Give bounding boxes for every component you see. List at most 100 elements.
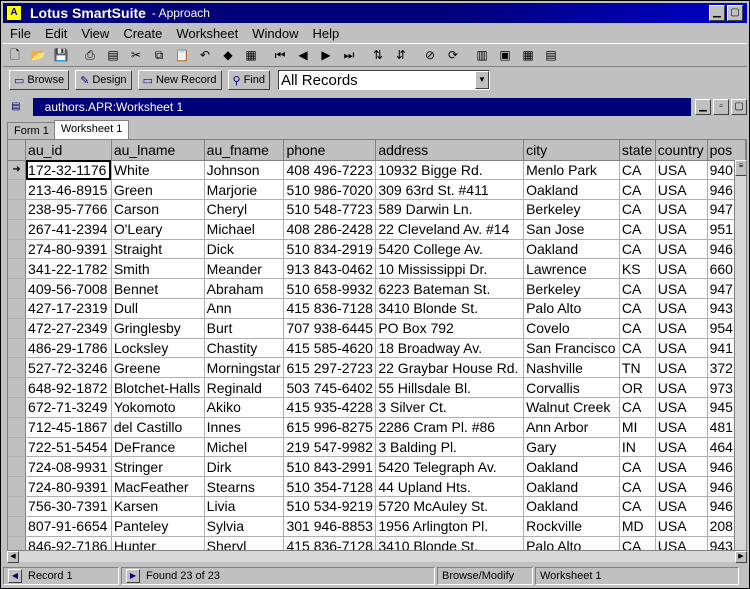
new-record-button[interactable]: ▭ New Record (137, 70, 222, 90)
cell-au-fname[interactable]: Reginald (204, 377, 285, 399)
cell-state[interactable]: CA (619, 338, 656, 359)
cell-address[interactable]: 6223 Bateman St. (375, 278, 525, 300)
cell-country[interactable]: USA (655, 298, 708, 319)
cell-city[interactable]: Oakland (523, 239, 620, 260)
row-selector[interactable] (8, 179, 27, 201)
cell-au-fname[interactable]: Dirk (204, 456, 285, 478)
cell-phone[interactable]: 510 534-9219 (283, 496, 377, 517)
cell-au-lname[interactable]: O'Leary (111, 219, 205, 240)
cell-state[interactable]: CA (619, 179, 656, 201)
cell-au-fname[interactable]: Stearns (204, 476, 285, 498)
table-row[interactable]: 341-22-1782 Smith Meander 913 843-0462 10 Mi… (8, 258, 746, 280)
cell-au-lname[interactable]: White (111, 160, 205, 181)
menu-edit[interactable]: Edit (38, 26, 74, 41)
cell-au-lname[interactable]: Gringlesby (111, 318, 205, 339)
new-icon[interactable]: 🗋 (4, 45, 26, 65)
doc-maximize-button[interactable]: ▢ (731, 99, 747, 115)
cell-country[interactable]: USA (655, 456, 708, 478)
cell-phone[interactable]: 415 585-4620 (283, 338, 377, 359)
table-row[interactable]: 756-30-7391 Karsen Livia 510 534-9219 5720 M… (8, 496, 746, 517)
table-row[interactable]: 648-92-1872 Blotchet-Halls Reginald 503 745… (8, 377, 746, 399)
table-row[interactable]: 238-95-7766 Carson Cheryl 510 548-7723 589 D… (8, 199, 746, 220)
cell-phone[interactable]: 510 354-7128 (283, 476, 377, 498)
cell-phone[interactable]: 503 745-6402 (283, 377, 377, 399)
cell-au-lname[interactable]: Stringer (111, 456, 205, 478)
cell-country[interactable]: USA (655, 437, 708, 458)
cell-phone[interactable]: 707 938-6445 (283, 318, 377, 339)
cell-address[interactable]: 5420 Telegraph Av. (375, 456, 525, 478)
column-header-city[interactable]: city (523, 140, 620, 161)
refresh-icon[interactable]: ⟳ (442, 45, 464, 65)
menu-help[interactable]: Help (306, 26, 347, 41)
cell-au-lname[interactable]: Blotchet-Halls (111, 377, 205, 399)
cell-state[interactable]: CA (619, 476, 656, 498)
scroll-left-button[interactable]: ◀ (7, 550, 19, 563)
cell-au-fname[interactable]: Ann (204, 298, 285, 319)
cell-country[interactable]: USA (655, 338, 708, 359)
row-selector[interactable] (8, 437, 27, 458)
cell-au-fname[interactable]: Morningstar (204, 357, 285, 379)
row-selector[interactable] (8, 239, 27, 260)
approach-app-icon[interactable]: A (6, 5, 22, 21)
cell-city[interactable]: San Jose (523, 219, 620, 240)
tab-form-1[interactable]: Form 1 (7, 122, 56, 139)
cell-address[interactable]: 3 Balding Pl. (375, 437, 525, 458)
row-selector[interactable] (8, 417, 27, 438)
scroll-thumb[interactable]: ≡ (735, 160, 746, 176)
design-button[interactable]: ✎ Design (75, 70, 132, 90)
cell-city[interactable]: Covelo (523, 318, 620, 339)
cell-au-lname[interactable]: Greene (111, 357, 205, 379)
cell-state[interactable]: CA (619, 397, 656, 418)
horizontal-scrollbar[interactable]: ◀ ▶ (7, 550, 747, 563)
row-selector[interactable] (8, 338, 27, 359)
row-selector[interactable] (8, 318, 27, 339)
save-icon[interactable]: 💾 (50, 45, 72, 65)
cell-address[interactable]: 5720 McAuley St. (375, 496, 525, 517)
status-mode-cell[interactable]: Browse/Modify (437, 567, 533, 585)
cell-phone[interactable]: 510 986-7020 (283, 179, 377, 201)
tab-worksheet-1[interactable]: Worksheet 1 (53, 120, 130, 139)
cell-city[interactable]: Lawrence (523, 258, 620, 280)
cell-au-id[interactable]: 724-08-9931 (25, 456, 112, 478)
cell-country[interactable]: USA (655, 219, 708, 240)
row-selector[interactable] (8, 219, 27, 240)
found-nav-icon[interactable]: ▶ (126, 569, 140, 583)
cell-au-fname[interactable]: Marjorie (204, 179, 285, 201)
scroll-right-button[interactable]: ▶ (735, 550, 747, 563)
status-view-cell[interactable]: Worksheet 1 (535, 567, 739, 585)
row-selector[interactable] (8, 199, 27, 220)
table-row[interactable]: 722-51-5454 DeFrance Michel 219 547-9982 3 B… (8, 437, 746, 458)
last-record-icon[interactable]: ⏭ (338, 45, 360, 65)
cell-country[interactable]: USA (655, 258, 708, 280)
row-selector[interactable] (8, 476, 27, 498)
row-selector[interactable] (8, 516, 27, 537)
cell-au-fname[interactable]: Innes (204, 417, 285, 438)
cell-country[interactable]: USA (655, 496, 708, 517)
table-row[interactable]: 427-17-2319 Dull Ann 415 836-7128 3410 Blond… (8, 298, 746, 319)
cell-address[interactable]: 589 Darwin Ln. (375, 199, 525, 220)
cell-au-id[interactable]: 486-29-1786 (25, 338, 112, 359)
status-record-cell[interactable]: ◀ Record 1 (3, 567, 119, 585)
cell-state[interactable]: IN (619, 437, 656, 458)
cell-state[interactable]: TN (619, 357, 656, 379)
cell-au-lname[interactable]: Smith (111, 258, 205, 280)
record-nav-icon[interactable]: ◀ (8, 569, 22, 583)
cell-address[interactable]: 10 Mississippi Dr. (375, 258, 525, 280)
column-header-pos[interactable]: pos (707, 140, 746, 161)
cell-address[interactable]: 3410 Blonde St. (375, 298, 525, 319)
browse-button[interactable]: ▭ Browse (9, 70, 70, 90)
cell-au-id[interactable]: 274-80-9391 (25, 239, 112, 260)
cell-au-id[interactable]: 213-46-8915 (25, 179, 112, 201)
column-header-au-fname[interactable]: au_fname (204, 140, 285, 161)
cell-city[interactable]: Ann Arbor (523, 417, 620, 438)
cell-phone[interactable]: 615 297-2723 (283, 357, 377, 379)
cell-au-id[interactable]: 172-32-1176 (25, 160, 112, 181)
cell-au-lname[interactable]: Green (111, 179, 205, 201)
cell-au-id[interactable]: 712-45-1867 (25, 417, 112, 438)
cell-au-fname[interactable]: Burt (204, 318, 285, 339)
column-header-country[interactable]: country (655, 140, 708, 161)
table-row[interactable]: 274-80-9391 Straight Dick 510 834-2919 5420 … (8, 239, 746, 260)
cell-country[interactable]: USA (655, 476, 708, 498)
cell-address[interactable]: 22 Cleveland Av. #14 (375, 219, 525, 240)
cell-country[interactable]: USA (655, 516, 708, 537)
